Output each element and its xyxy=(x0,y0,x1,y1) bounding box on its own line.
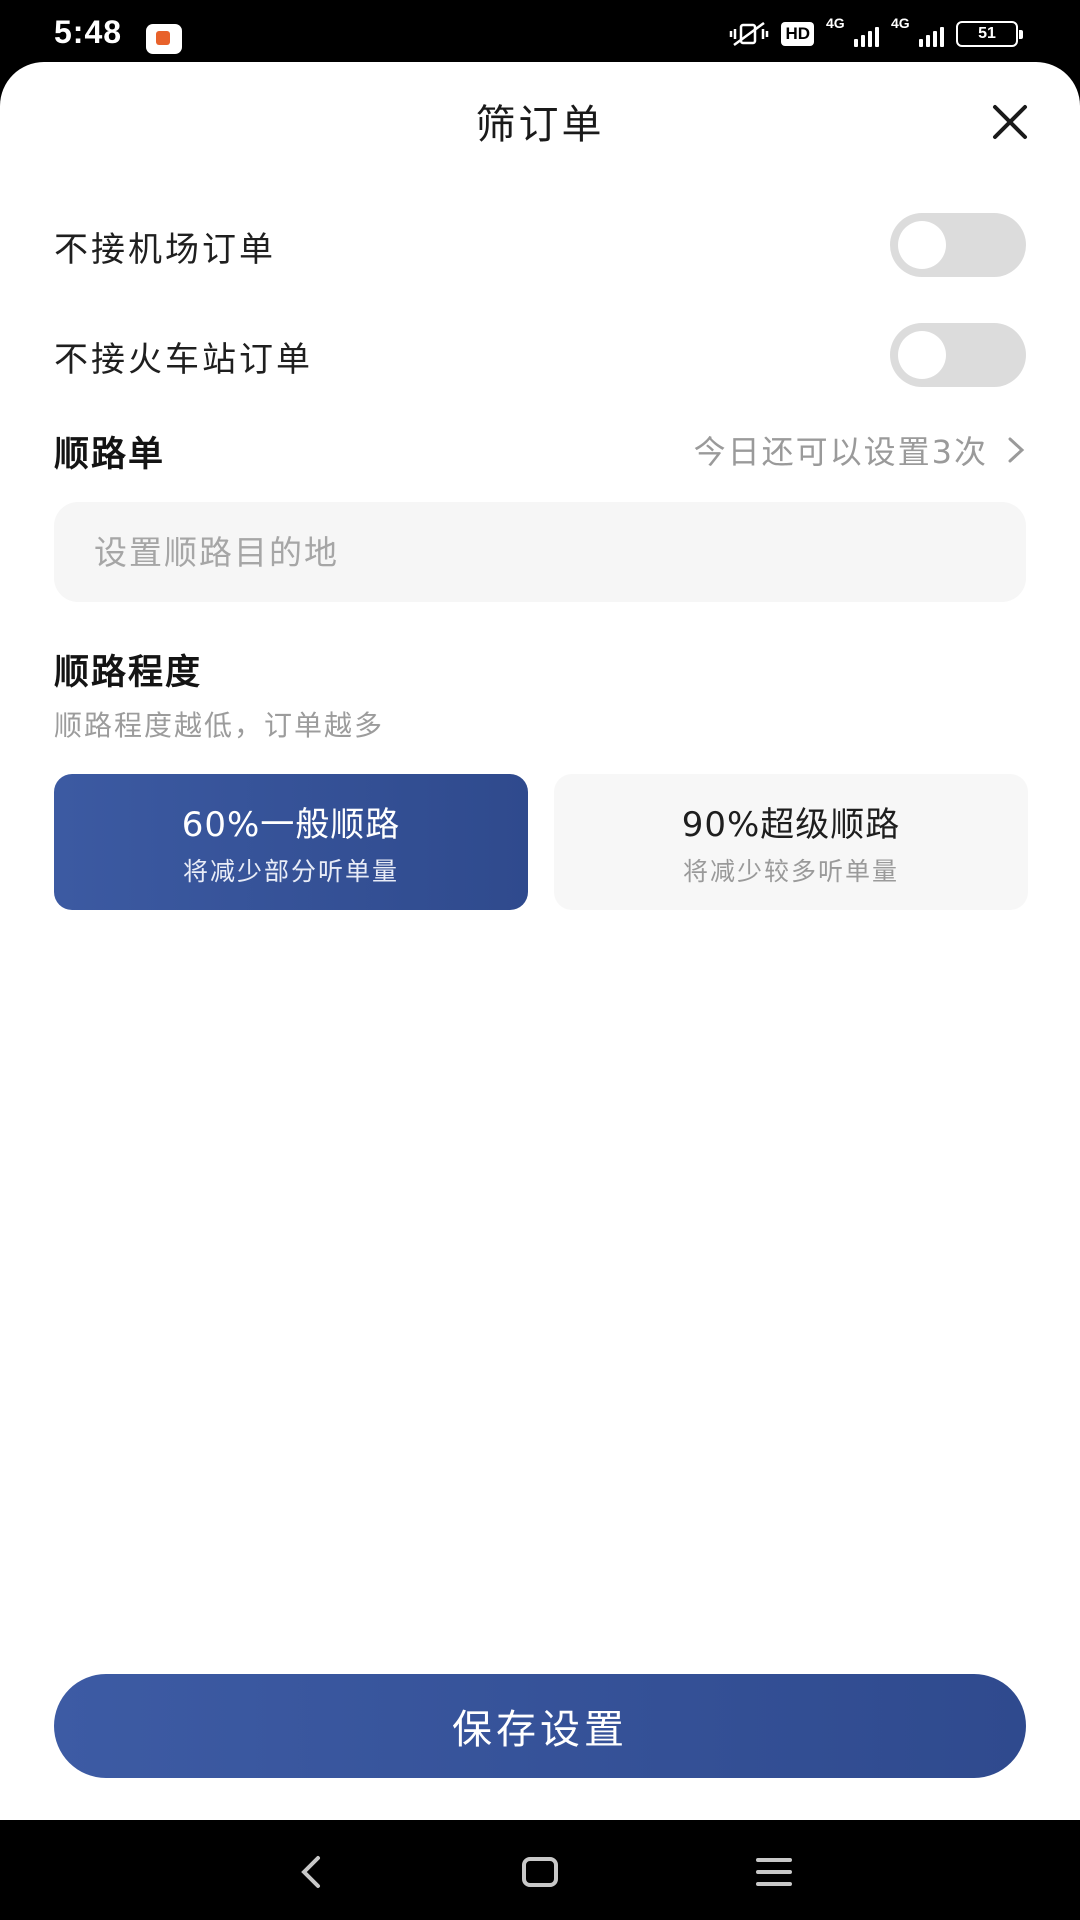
route-degree-title: 顺路程度 xyxy=(54,653,203,693)
option-title: 60%一般顺路 xyxy=(181,804,401,845)
no-airport-label: 不接机场订单 xyxy=(54,230,276,270)
route-remaining-text: 今日还可以设置3次 xyxy=(693,433,988,471)
nav-menu-button[interactable] xyxy=(752,1850,796,1894)
back-icon xyxy=(301,1856,320,1888)
route-remaining-link[interactable]: 今日还可以设置3次 xyxy=(694,427,1026,473)
filter-orders-sheet: 筛订单 不接机场订单 不接火车站订单 顺路单 今日还可以设置3次 顺路程度 顺路… xyxy=(0,62,1080,1820)
toggle-knob xyxy=(898,221,946,269)
toggle-knob xyxy=(898,331,946,379)
option-subtitle: 将减少较多听单量 xyxy=(682,856,899,886)
home-icon xyxy=(522,1857,558,1887)
menu-icon xyxy=(756,1858,792,1886)
vibrate-mute-icon xyxy=(729,20,769,48)
destination-input[interactable] xyxy=(54,502,1026,602)
close-icon xyxy=(993,105,1027,139)
network-type-label: 4G xyxy=(891,15,910,31)
network-type-label: 4G xyxy=(826,15,845,31)
route-order-title: 顺路单 xyxy=(54,435,166,475)
route-degree-hint: 顺路程度越低，订单越多 xyxy=(54,709,385,742)
battery-icon: 51 xyxy=(956,21,1023,47)
close-button[interactable] xyxy=(984,96,1036,148)
sheet-title: 筛订单 xyxy=(475,102,605,148)
battery-level: 51 xyxy=(978,25,996,42)
nav-back-button[interactable] xyxy=(290,1850,334,1894)
route-degree-option-90[interactable]: 90%超级顺路 将减少较多听单量 xyxy=(554,774,1028,910)
app-notification-icon xyxy=(146,24,182,54)
signal-icon-sim1: 4G xyxy=(826,15,879,47)
hd-voice-icon: HD xyxy=(781,22,814,46)
status-time: 5:48 xyxy=(54,14,123,50)
status-indicators: HD 4G 4G 51 xyxy=(729,15,1023,48)
system-nav-bar xyxy=(0,1820,1080,1920)
chevron-right-icon xyxy=(1008,437,1025,463)
signal-icon-sim2: 4G xyxy=(891,15,944,47)
no-airport-toggle[interactable] xyxy=(890,213,1026,277)
nav-home-button[interactable] xyxy=(518,1850,562,1894)
status-bar: 5:48 HD 4G 4G 51 xyxy=(0,0,1080,62)
no-station-toggle[interactable] xyxy=(890,323,1026,387)
option-subtitle: 将减少部分听单量 xyxy=(182,856,399,886)
route-degree-option-60[interactable]: 60%一般顺路 将减少部分听单量 xyxy=(54,774,528,910)
option-title: 90%超级顺路 xyxy=(681,804,901,845)
save-settings-button[interactable]: 保存设置 xyxy=(54,1674,1026,1778)
no-station-label: 不接火车站订单 xyxy=(54,340,313,380)
